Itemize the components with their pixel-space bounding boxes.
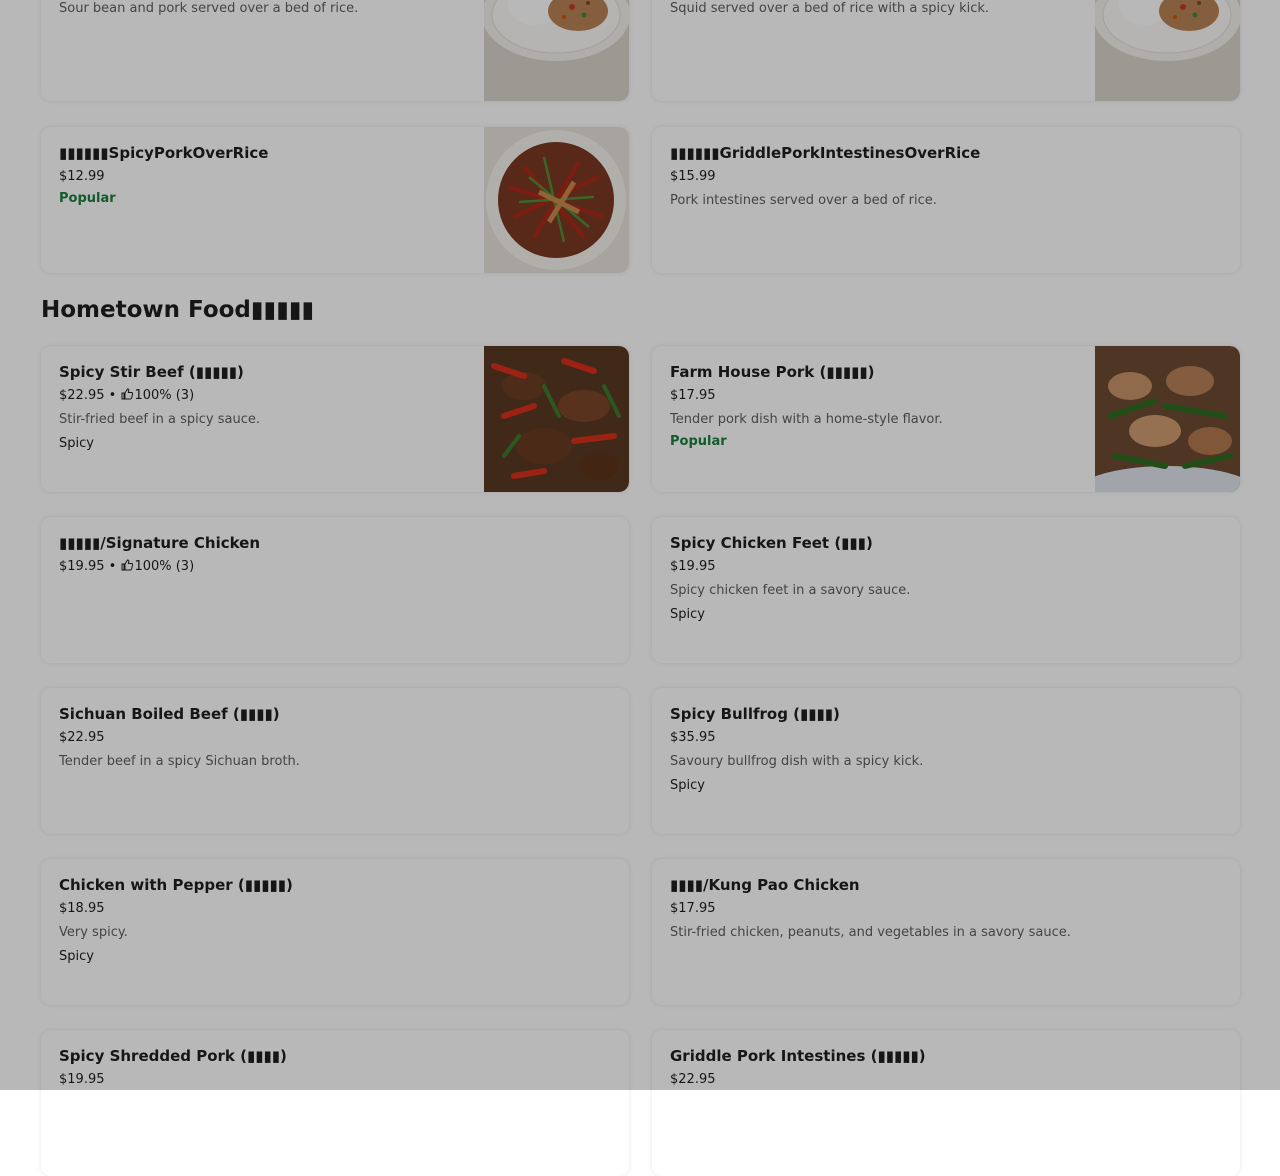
- modal-backdrop[interactable]: [0, 0, 1280, 1090]
